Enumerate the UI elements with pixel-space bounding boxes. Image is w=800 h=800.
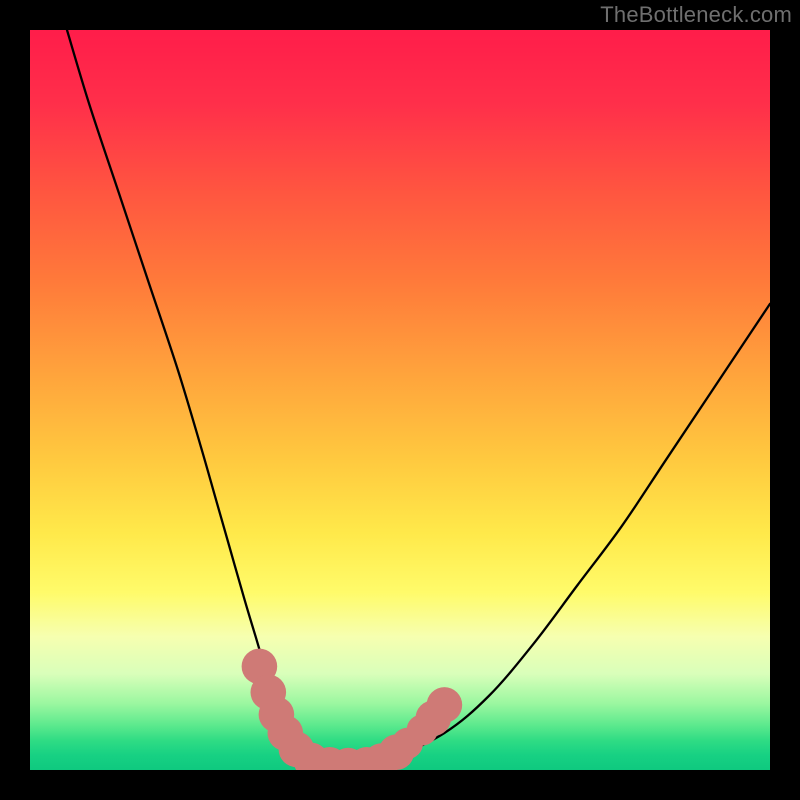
curve-marker: [427, 687, 463, 723]
outer-frame: TheBottleneck.com: [0, 0, 800, 800]
curve-markers: [242, 649, 463, 770]
chart-svg: [30, 30, 770, 770]
bottleneck-curve: [67, 30, 770, 767]
watermark-text: TheBottleneck.com: [600, 2, 792, 28]
plot-area: [30, 30, 770, 770]
